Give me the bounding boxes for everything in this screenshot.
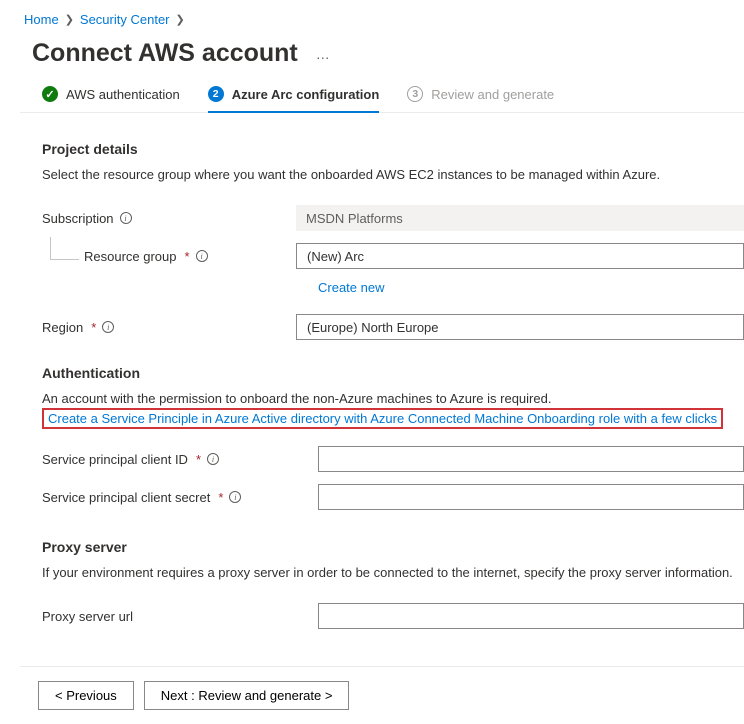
client-secret-input[interactable] [318, 484, 744, 510]
required-indicator: * [185, 249, 190, 264]
client-secret-label: Service principal client secret [42, 490, 210, 505]
create-service-principal-link[interactable]: Create a Service Principle in Azure Acti… [48, 411, 717, 426]
client-id-label: Service principal client ID [42, 452, 188, 467]
chevron-right-icon: ❯ [65, 13, 74, 26]
region-label: Region [42, 320, 83, 335]
breadcrumb-security-center[interactable]: Security Center [80, 12, 170, 27]
required-indicator: * [218, 490, 223, 505]
resource-group-label: Resource group [84, 249, 177, 264]
proxy-url-input[interactable] [318, 603, 744, 629]
highlight-callout: Create a Service Principle in Azure Acti… [42, 408, 723, 429]
page-title: Connect AWS account [32, 39, 298, 68]
tab-review-and-generate: 3 Review and generate [407, 86, 554, 112]
tab-azure-arc-configuration[interactable]: 2 Azure Arc configuration [208, 86, 380, 112]
project-details-description: Select the resource group where you want… [42, 167, 744, 182]
more-actions-button[interactable]: … [316, 46, 332, 62]
check-icon: ✓ [42, 86, 58, 102]
required-indicator: * [196, 452, 201, 467]
required-indicator: * [91, 320, 96, 335]
proxy-url-label: Proxy server url [42, 609, 133, 624]
previous-button[interactable]: < Previous [38, 681, 134, 710]
authentication-description: An account with the permission to onboar… [42, 391, 744, 406]
breadcrumb: Home ❯ Security Center ❯ [20, 10, 744, 37]
region-dropdown[interactable]: (Europe) North Europe [296, 314, 744, 340]
tab-aws-authentication[interactable]: ✓ AWS authentication [42, 86, 180, 112]
resource-group-dropdown[interactable]: (New) Arc [296, 243, 744, 269]
client-id-input[interactable] [318, 446, 744, 472]
next-button[interactable]: Next : Review and generate > [144, 681, 350, 710]
wizard-footer: < Previous Next : Review and generate > [20, 666, 744, 724]
proxy-server-heading: Proxy server [42, 539, 744, 555]
info-icon[interactable]: i [102, 321, 114, 333]
subscription-label: Subscription [42, 211, 114, 226]
project-details-heading: Project details [42, 141, 744, 157]
tab-label: Review and generate [431, 87, 554, 102]
info-icon[interactable]: i [229, 491, 241, 503]
step-number-badge: 3 [407, 86, 423, 102]
info-icon[interactable]: i [196, 250, 208, 262]
info-icon[interactable]: i [120, 212, 132, 224]
authentication-heading: Authentication [42, 365, 744, 381]
create-new-link[interactable]: Create new [318, 280, 384, 295]
wizard-tabs: ✓ AWS authentication 2 Azure Arc configu… [20, 82, 744, 113]
step-number-badge: 2 [208, 86, 224, 102]
proxy-server-description: If your environment requires a proxy ser… [42, 565, 744, 580]
chevron-right-icon: ❯ [176, 13, 185, 26]
tab-label: AWS authentication [66, 87, 180, 102]
info-icon[interactable]: i [207, 453, 219, 465]
tab-label: Azure Arc configuration [232, 87, 380, 102]
subscription-value: MSDN Platforms [296, 205, 744, 231]
breadcrumb-home[interactable]: Home [24, 12, 59, 27]
